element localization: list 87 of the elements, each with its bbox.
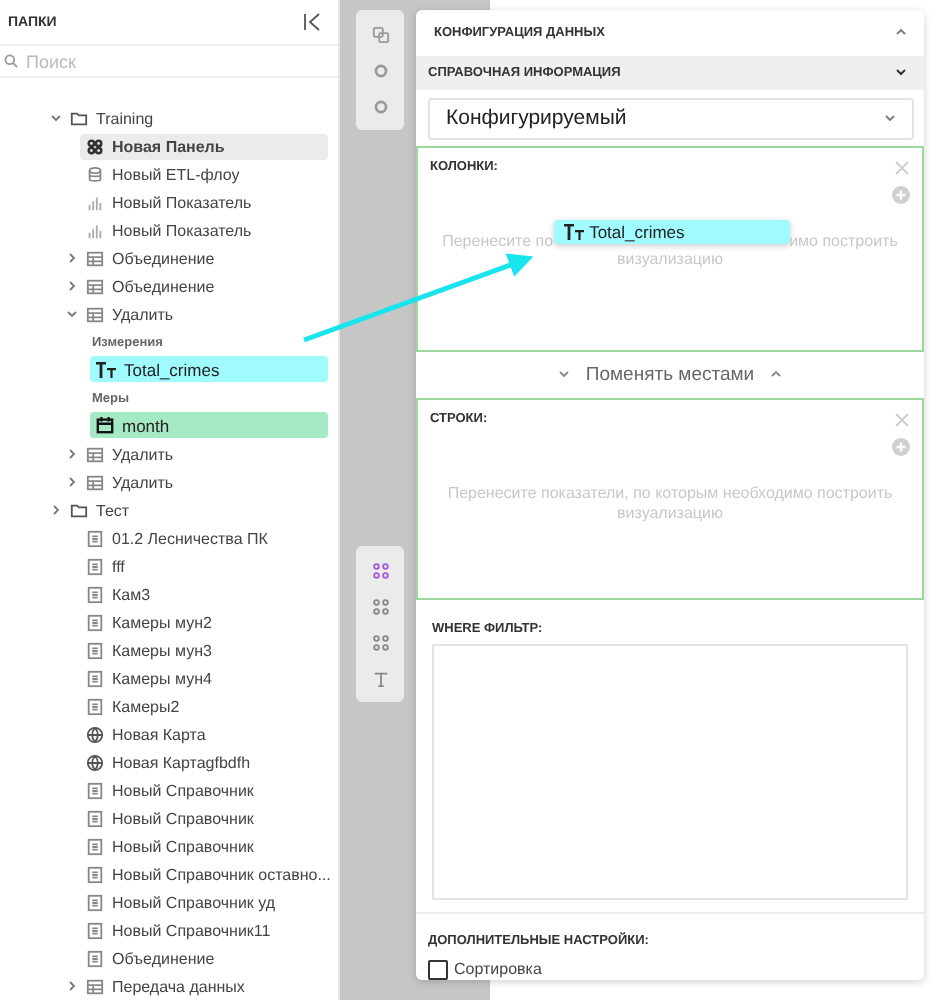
document-icon xyxy=(86,529,104,547)
tree-item[interactable]: Новый Показатель xyxy=(80,189,328,215)
tree-item[interactable]: Кам3 xyxy=(80,581,328,607)
tree-item[interactable]: Новый Справочник оставно... xyxy=(80,861,328,887)
globe-icon xyxy=(86,753,104,771)
dots-grid-icon xyxy=(371,633,389,651)
tree-item[interactable]: Камеры мун3 xyxy=(80,637,328,663)
text-icon xyxy=(371,669,389,687)
mode-select[interactable]: Конфигурируемый xyxy=(428,97,914,140)
document-icon xyxy=(86,585,104,603)
table-icon xyxy=(86,249,104,267)
chevron-down-icon xyxy=(894,66,908,79)
text-type-icon xyxy=(563,224,584,241)
search-icon xyxy=(4,54,18,68)
document-icon xyxy=(86,893,104,911)
tree-item[interactable]: Новый Справочник11 xyxy=(80,917,328,943)
document-icon xyxy=(86,697,104,715)
document-icon xyxy=(86,781,104,799)
tree-item[interactable]: Камеры мун4 xyxy=(80,665,328,691)
table-icon xyxy=(86,445,104,463)
tree-item[interactable]: 01.2 Лесничества ПК xyxy=(80,525,328,551)
copy-icon xyxy=(371,25,389,43)
chevron-icon[interactable] xyxy=(66,308,78,320)
tree-item[interactable]: Удалить xyxy=(80,301,328,327)
document-icon xyxy=(86,837,104,855)
chevron-icon[interactable] xyxy=(66,448,78,460)
tree-item[interactable]: Training xyxy=(64,105,304,131)
bar-chart-icon xyxy=(86,193,104,211)
document-icon xyxy=(86,641,104,659)
tree-item[interactable]: Тест xyxy=(64,497,304,523)
tree-item[interactable]: fff xyxy=(80,553,328,579)
dots-grid-icon xyxy=(371,561,389,579)
tree-item[interactable]: Новый Справочник xyxy=(80,777,328,803)
tree-item[interactable]: Объединение xyxy=(80,945,328,971)
chevron-icon[interactable] xyxy=(66,476,78,488)
chevron-icon[interactable] xyxy=(50,112,62,124)
dragged-field[interactable]: Total_crimes xyxy=(553,220,790,245)
tree-item[interactable]: Новый ETL-флоу xyxy=(80,161,328,187)
dashboard-icon xyxy=(86,137,104,155)
bar-chart-icon xyxy=(86,221,104,239)
document-icon xyxy=(86,809,104,827)
tree-item[interactable]: Новая Карта xyxy=(80,721,328,747)
chevron-icon[interactable] xyxy=(66,280,78,292)
table-icon xyxy=(86,277,104,295)
tree-item[interactable]: Передача данных xyxy=(80,973,328,999)
chevron-icon[interactable] xyxy=(66,252,78,264)
checkbox[interactable] xyxy=(428,959,448,980)
chevron-up-icon xyxy=(770,368,783,381)
table-icon xyxy=(86,473,104,491)
tree-item[interactable]: Новый Показатель xyxy=(80,217,328,243)
tree-item[interactable]: Удалить xyxy=(80,469,328,495)
chevron-up-icon[interactable] xyxy=(894,26,908,39)
tree-item[interactable]: Удалить xyxy=(80,441,328,467)
table-icon xyxy=(86,305,104,323)
swap-button[interactable]: Поменять местами xyxy=(416,351,924,398)
tree-item[interactable]: Объединение xyxy=(80,245,328,271)
tree-item[interactable]: Новая Картаgfbdfh xyxy=(80,749,328,775)
tree-item[interactable]: Новый Справочник уд xyxy=(80,889,328,915)
table-icon xyxy=(86,977,104,995)
field-item[interactable]: month xyxy=(90,412,328,438)
tree-item[interactable]: Новый Справочник xyxy=(80,805,328,831)
collapse-icon[interactable] xyxy=(302,12,322,32)
tree-item[interactable]: Новый Справочник xyxy=(80,833,328,859)
sort-checkbox-row[interactable]: Сортировка xyxy=(428,959,924,980)
folder-icon xyxy=(70,501,88,519)
folder-icon xyxy=(70,109,88,127)
document-icon xyxy=(86,865,104,883)
chevron-down-icon xyxy=(884,112,896,125)
field-item[interactable]: Total_crimes xyxy=(90,356,328,382)
tree-item[interactable]: Камеры2 xyxy=(80,693,328,719)
document-icon xyxy=(86,669,104,687)
database-icon xyxy=(86,165,104,183)
document-icon xyxy=(86,557,104,575)
chevron-icon[interactable] xyxy=(66,980,78,992)
document-icon xyxy=(86,613,104,631)
dots-grid-icon xyxy=(371,597,389,615)
text-type-icon xyxy=(96,361,116,377)
chevron-down-icon xyxy=(557,368,570,381)
tree-item[interactable]: Камеры мун2 xyxy=(80,609,328,635)
tree-item[interactable]: Новая Панель xyxy=(80,133,328,159)
document-icon xyxy=(86,949,104,967)
globe-icon xyxy=(86,725,104,743)
calendar-icon xyxy=(96,416,114,434)
chevron-icon[interactable] xyxy=(50,504,62,516)
tree-item[interactable]: Объединение xyxy=(80,273,328,299)
document-icon xyxy=(86,921,104,939)
filter-field[interactable] xyxy=(432,644,908,900)
